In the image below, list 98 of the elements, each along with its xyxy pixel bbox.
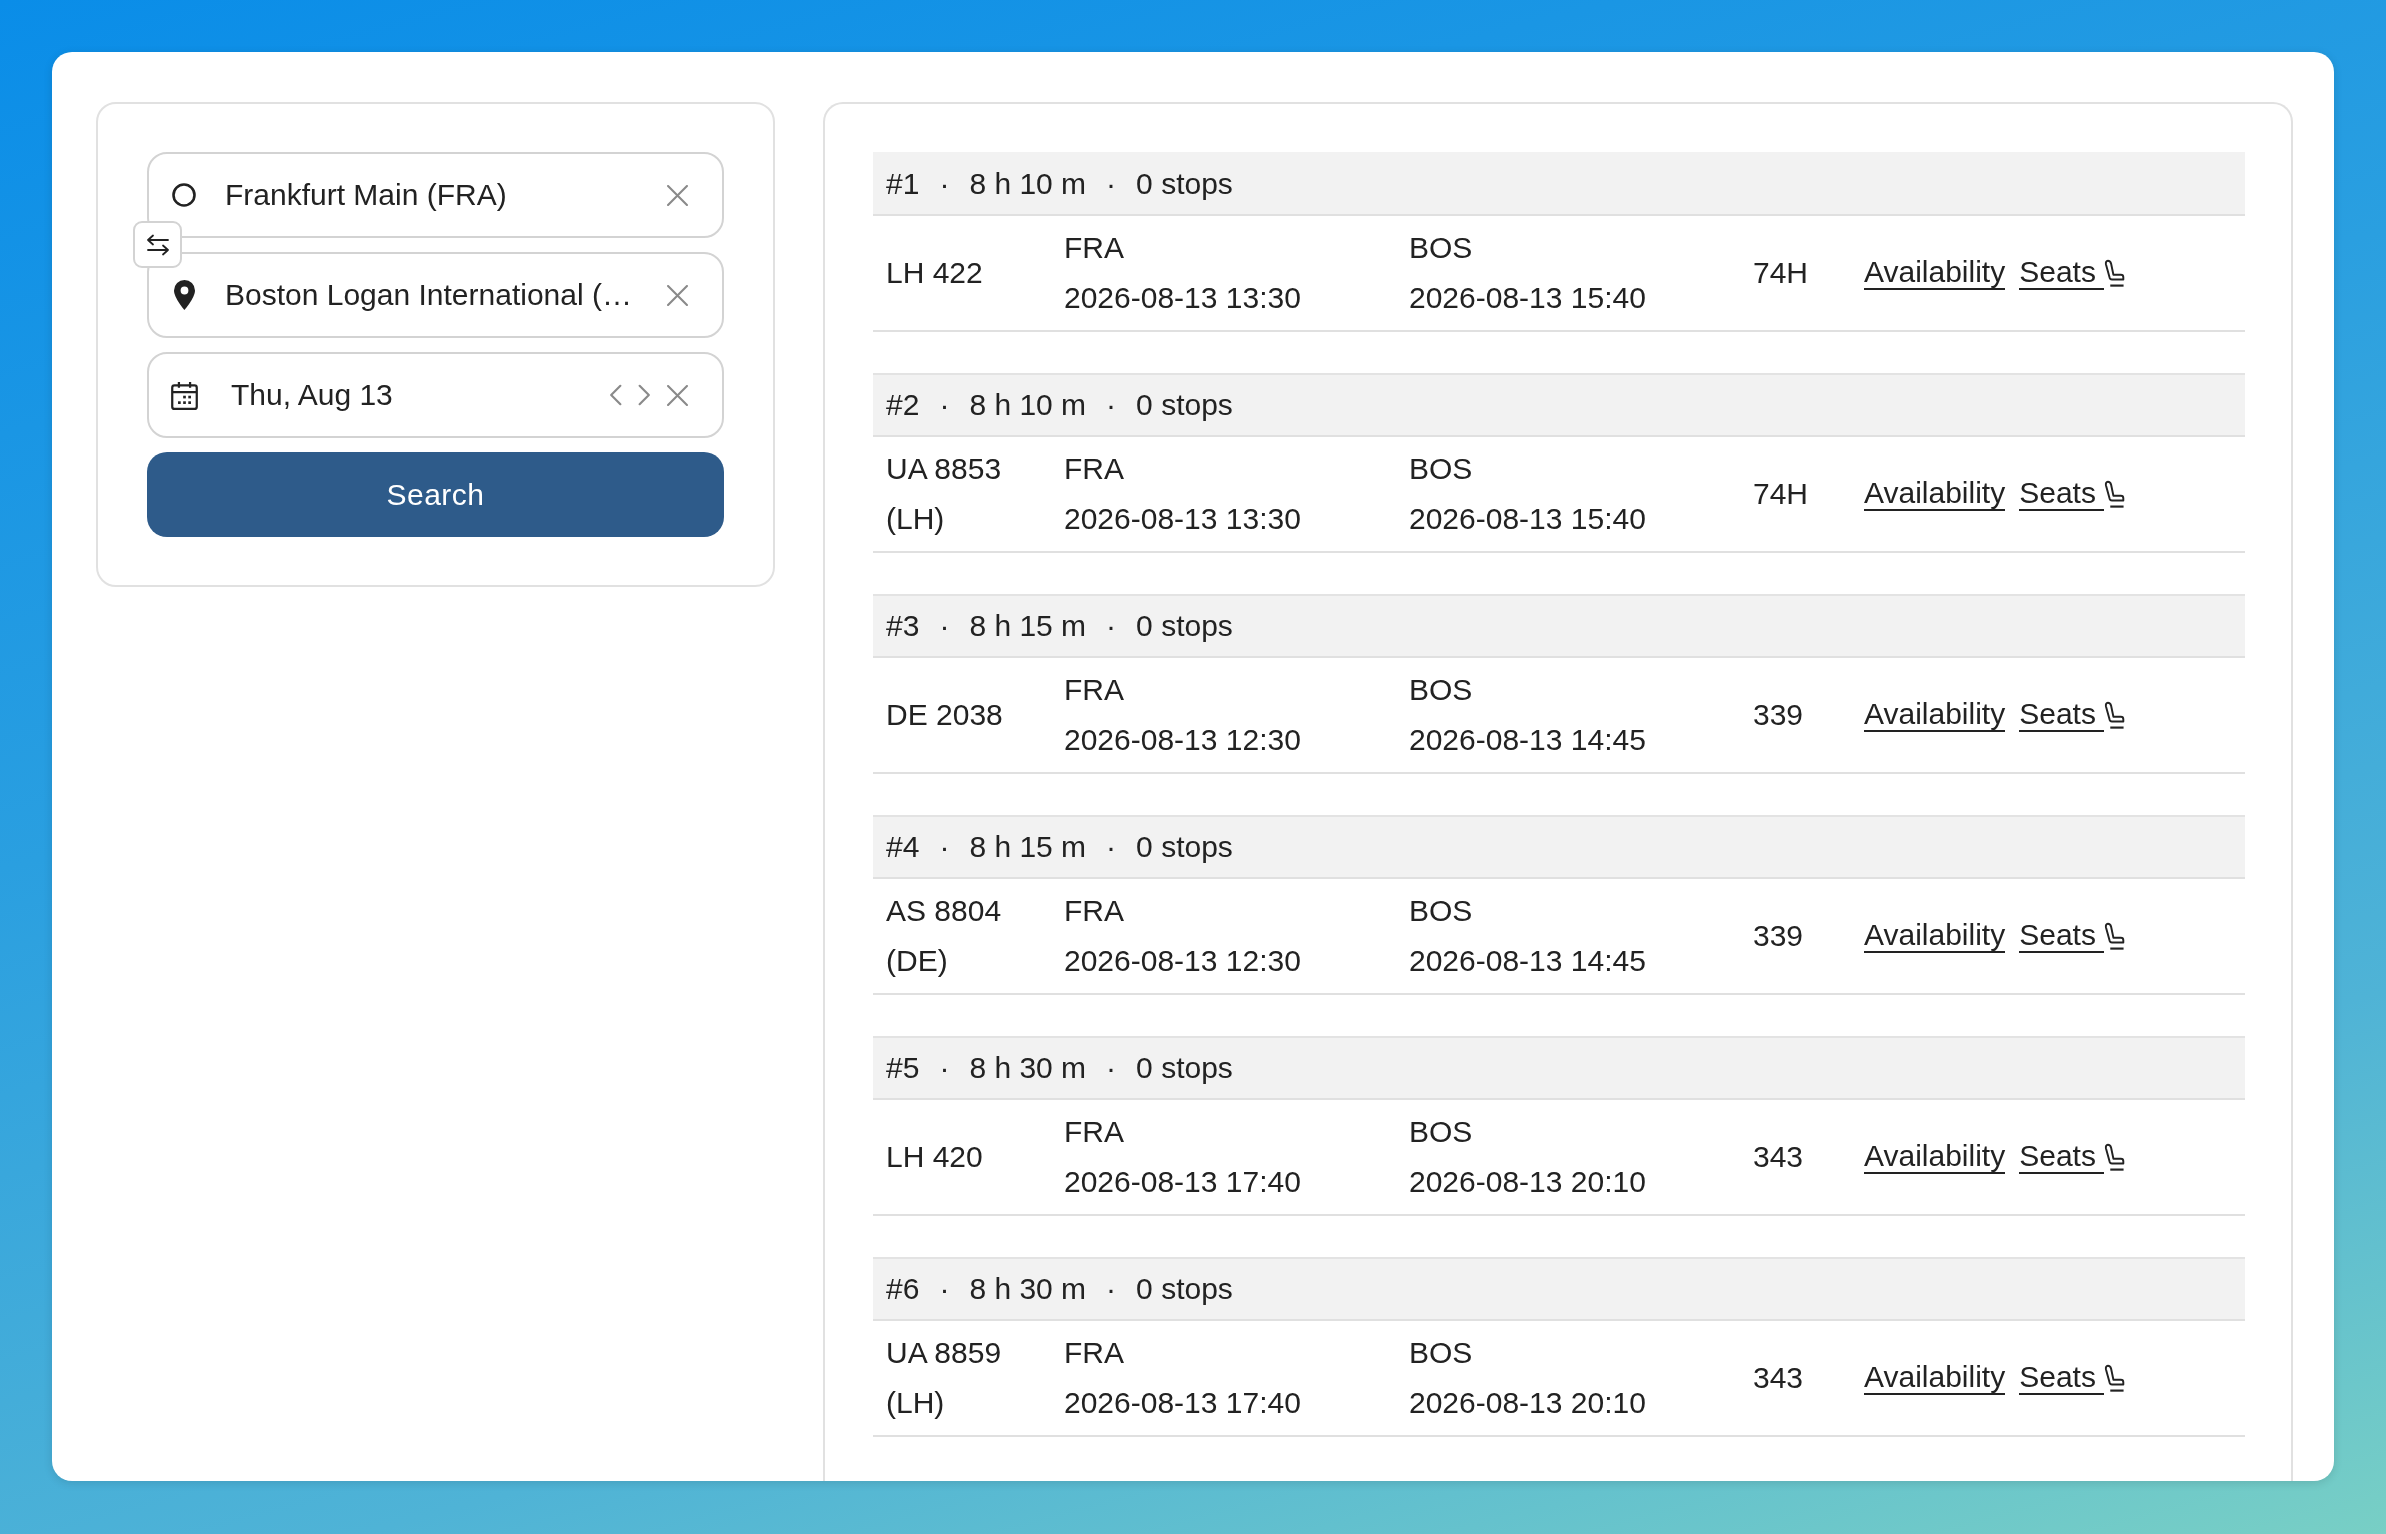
aircraft-type: 343 bbox=[1753, 1360, 1805, 1396]
arrival-time: 2026-08-13 20:10 bbox=[1409, 1164, 1646, 1200]
separator-dot: · bbox=[1106, 388, 1117, 422]
rank-label: #2 bbox=[886, 388, 920, 422]
stops-label: 0 stops bbox=[1136, 830, 1233, 864]
separator-dot: · bbox=[939, 388, 950, 422]
seat-icon bbox=[2103, 921, 2125, 951]
departure-time: 2026-08-13 17:40 bbox=[1064, 1385, 1301, 1421]
seat-icon bbox=[2103, 258, 2125, 288]
availability-link[interactable]: Availability bbox=[1864, 1140, 2006, 1174]
airport-code: BOS bbox=[1409, 451, 1473, 487]
rank-label: #1 bbox=[886, 167, 920, 201]
availability-link[interactable]: Availability bbox=[1864, 698, 2006, 732]
stops-label: 0 stops bbox=[1136, 1051, 1233, 1085]
seats-link[interactable]: Seats bbox=[2019, 919, 2125, 953]
airport-code: FRA bbox=[1064, 1114, 1124, 1150]
airport-code: BOS bbox=[1409, 672, 1473, 708]
aircraft-type: 343 bbox=[1753, 1139, 1805, 1175]
close-icon[interactable] bbox=[667, 384, 688, 406]
close-icon[interactable] bbox=[667, 284, 688, 306]
departure-time: 2026-08-13 13:30 bbox=[1064, 280, 1301, 316]
calendar-icon bbox=[170, 380, 198, 410]
departure-time: 2026-08-13 17:40 bbox=[1064, 1164, 1301, 1200]
arrival-time: 2026-08-13 20:10 bbox=[1409, 1385, 1646, 1421]
origin-field[interactable]: Frankfurt Main (FRA) bbox=[147, 152, 724, 238]
duration-label: 8 h 10 m bbox=[969, 167, 1087, 201]
duration-label: 8 h 15 m bbox=[969, 609, 1087, 643]
rank-label: #6 bbox=[886, 1272, 920, 1306]
seat-icon bbox=[2103, 479, 2125, 509]
separator-dot: · bbox=[939, 1051, 950, 1085]
seats-link[interactable]: Seats bbox=[2019, 698, 2125, 732]
stops-label: 0 stops bbox=[1136, 1272, 1233, 1306]
airport-code: BOS bbox=[1409, 893, 1473, 929]
separator-dot: · bbox=[1106, 1051, 1117, 1085]
flight-number: LH 422 bbox=[886, 255, 984, 291]
airport-code: FRA bbox=[1064, 451, 1124, 487]
rank-label: #3 bbox=[886, 609, 920, 643]
separator-dot: · bbox=[1106, 830, 1117, 864]
seat-icon bbox=[2103, 700, 2125, 730]
stops-label: 0 stops bbox=[1136, 388, 1233, 422]
separator-dot: · bbox=[939, 609, 950, 643]
seats-link[interactable]: Seats bbox=[2019, 1361, 2125, 1395]
airport-code: FRA bbox=[1064, 672, 1124, 708]
swap-button[interactable] bbox=[133, 221, 182, 268]
swap-arrows-icon bbox=[145, 233, 170, 256]
airport-code: FRA bbox=[1064, 1335, 1124, 1371]
departure-time: 2026-08-13 13:30 bbox=[1064, 501, 1301, 537]
airport-code: FRA bbox=[1064, 893, 1124, 929]
arrival-time: 2026-08-13 14:45 bbox=[1409, 943, 1646, 979]
rank-label: #4 bbox=[886, 830, 920, 864]
departure-time: 2026-08-13 12:30 bbox=[1064, 943, 1301, 979]
seats-link[interactable]: Seats bbox=[2019, 1140, 2125, 1174]
aircraft-type: 339 bbox=[1753, 697, 1805, 733]
stops-label: 0 stops bbox=[1136, 609, 1233, 643]
destination-field[interactable]: Boston Logan International (… bbox=[147, 252, 724, 338]
availability-link[interactable]: Availability bbox=[1864, 256, 2006, 290]
chevron-right-icon[interactable] bbox=[638, 384, 651, 406]
seat-icon bbox=[2103, 1363, 2125, 1393]
date-field[interactable]: Thu, Aug 13 bbox=[147, 352, 724, 438]
aircraft-type: 74H bbox=[1753, 476, 1810, 512]
availability-link[interactable]: Availability bbox=[1864, 1361, 2006, 1395]
search-button[interactable]: Search bbox=[147, 452, 724, 537]
availability-link[interactable]: Availability bbox=[1864, 919, 2006, 953]
duration-label: 8 h 30 m bbox=[969, 1051, 1087, 1085]
seats-link[interactable]: Seats bbox=[2019, 256, 2125, 290]
rank-label: #5 bbox=[886, 1051, 920, 1085]
aircraft-type: 74H bbox=[1753, 255, 1810, 291]
map-pin-icon bbox=[173, 280, 195, 310]
flight-number: LH 420 bbox=[886, 1139, 984, 1175]
arrival-time: 2026-08-13 15:40 bbox=[1409, 280, 1646, 316]
arrival-time: 2026-08-13 15:40 bbox=[1409, 501, 1646, 537]
flight-number: AS 8804 (DE) bbox=[886, 893, 1003, 979]
airport-code: FRA bbox=[1064, 230, 1124, 266]
availability-link[interactable]: Availability bbox=[1864, 477, 2006, 511]
separator-dot: · bbox=[1106, 167, 1117, 201]
flight-number: UA 8859 (LH) bbox=[886, 1335, 1003, 1421]
airport-code: BOS bbox=[1409, 1114, 1473, 1150]
circle-icon bbox=[172, 183, 196, 207]
close-icon[interactable] bbox=[667, 184, 688, 206]
airport-code: BOS bbox=[1409, 230, 1473, 266]
chevron-left-icon[interactable] bbox=[609, 384, 622, 406]
seat-icon bbox=[2103, 1142, 2125, 1172]
separator-dot: · bbox=[939, 167, 950, 201]
flight-number: DE 2038 bbox=[886, 697, 1004, 733]
duration-label: 8 h 15 m bbox=[969, 830, 1087, 864]
separator-dot: · bbox=[1106, 609, 1117, 643]
separator-dot: · bbox=[939, 830, 950, 864]
arrival-time: 2026-08-13 14:45 bbox=[1409, 722, 1646, 758]
aircraft-type: 339 bbox=[1753, 918, 1805, 954]
seats-link[interactable]: Seats bbox=[2019, 477, 2125, 511]
departure-time: 2026-08-13 12:30 bbox=[1064, 722, 1301, 758]
duration-label: 8 h 30 m bbox=[969, 1272, 1087, 1306]
flight-number: UA 8853 (LH) bbox=[886, 451, 1003, 537]
separator-dot: · bbox=[939, 1272, 950, 1306]
duration-label: 8 h 10 m bbox=[969, 388, 1087, 422]
stops-label: 0 stops bbox=[1136, 167, 1233, 201]
separator-dot: · bbox=[1106, 1272, 1117, 1306]
airport-code: BOS bbox=[1409, 1335, 1473, 1371]
